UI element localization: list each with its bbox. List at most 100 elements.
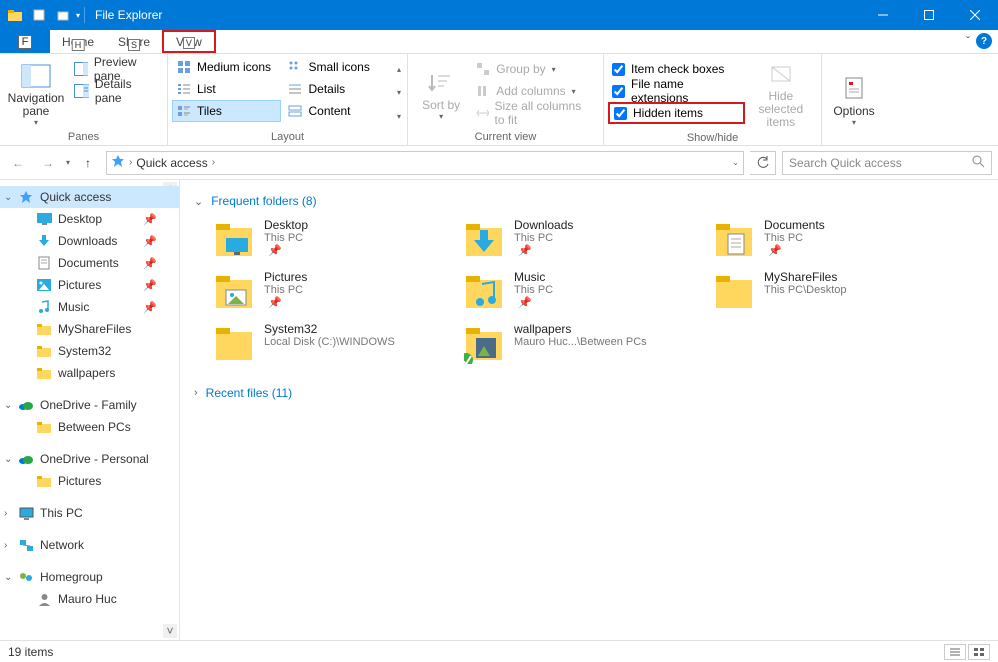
navigation-pane-button[interactable]: Navigation pane ▾ (4, 56, 68, 130)
downloads-icon (36, 233, 52, 249)
back-button[interactable]: ← (6, 151, 30, 175)
forward-button[interactable]: → (36, 151, 60, 175)
qat-customize-dropdown[interactable]: ▾ (76, 11, 80, 20)
folder-name: Downloads (514, 218, 573, 232)
folder-item[interactable]: MusicThis PC📌 (464, 270, 694, 312)
star-icon (18, 189, 34, 205)
user-icon (36, 591, 52, 607)
folder-location: This PC\Desktop (764, 284, 847, 296)
folder-icon (36, 365, 52, 381)
pictures-icon (36, 277, 52, 293)
recent-locations-dropdown[interactable]: ▾ (66, 158, 70, 167)
hidden-items[interactable]: Hidden items (608, 102, 745, 124)
breadcrumb-quick-access[interactable]: Quick access (136, 156, 207, 170)
pin-icon: 📌 (518, 245, 532, 257)
folder-name: Pictures (264, 270, 307, 284)
layout-details[interactable]: Details (283, 78, 392, 100)
options-group-label (826, 142, 882, 145)
homegroup-icon (18, 569, 34, 585)
qat-newfolder-icon[interactable] (52, 4, 74, 26)
refresh-button[interactable] (750, 151, 776, 175)
tree-desktop[interactable]: Desktop📌 (0, 208, 179, 230)
folder-location: This PC (264, 232, 308, 244)
details-pane-button[interactable]: Details pane (68, 80, 163, 102)
tree-music[interactable]: Music📌 (0, 296, 179, 318)
tree-mysharefiles[interactable]: MyShareFiles (0, 318, 179, 340)
size-columns-button[interactable]: Size all columns to fit (470, 102, 599, 124)
folder-location: This PC (264, 284, 307, 296)
folder-icon (36, 473, 52, 489)
pin-icon: 📌 (518, 297, 532, 309)
tree-downloads[interactable]: Downloads📌 (0, 230, 179, 252)
tree-this-pc[interactable]: ›This PC (0, 502, 179, 524)
tab-share[interactable]: ShareS (106, 30, 162, 53)
folder-item[interactable]: DownloadsThis PC📌 (464, 218, 694, 260)
tree-quick-access[interactable]: ⌄Quick access (0, 186, 179, 208)
address-bar[interactable]: › Quick access › ⌄ (106, 151, 744, 175)
network-icon (18, 537, 34, 553)
folder-name: System32 (264, 322, 395, 336)
tree-user[interactable]: Mauro Huc (0, 588, 179, 610)
tree-pictures[interactable]: Pictures📌 (0, 274, 179, 296)
view-large-icons-button[interactable] (968, 644, 990, 660)
tree-system32[interactable]: System32 (0, 340, 179, 362)
tree-onedrive-personal[interactable]: ⌄OneDrive - Personal (0, 448, 179, 470)
sort-by-button[interactable]: Sort by▾ (412, 56, 470, 130)
minimize-button[interactable] (860, 0, 906, 30)
layout-more[interactable]: ▾ (397, 112, 401, 121)
layout-list[interactable]: List (172, 78, 281, 100)
layout-scroll-down[interactable]: ▾ (397, 88, 401, 97)
folder-location: This PC (514, 232, 573, 244)
layout-medium-icons[interactable]: Medium icons (172, 56, 281, 78)
maximize-button[interactable] (906, 0, 952, 30)
qat-properties-icon[interactable] (28, 4, 50, 26)
layout-tiles[interactable]: Tiles (172, 100, 281, 122)
tree-network[interactable]: ›Network (0, 534, 179, 556)
options-button[interactable]: Options▾ (826, 56, 882, 142)
layout-group-label: Layout (172, 130, 403, 145)
folder-location: This PC (764, 232, 825, 244)
group-by-button[interactable]: Group by▾ (470, 58, 599, 80)
address-dropdown[interactable]: ⌄ (732, 158, 739, 167)
ribbon-tab-row: F HomeH ShareS ViewV ˇ ? (0, 30, 998, 54)
tab-view[interactable]: ViewV (162, 30, 216, 53)
content-area: ˄ ⌄Quick access Desktop📌 Downloads📌 Docu… (0, 180, 998, 640)
folder-item[interactable]: DocumentsThis PC📌 (714, 218, 944, 260)
layout-small-icons[interactable]: Small icons (283, 56, 392, 78)
recent-files-header[interactable]: ›Recent files (11) (194, 386, 984, 400)
title-bar: ▾ File Explorer (0, 0, 998, 30)
folder-item[interactable]: MyShareFilesThis PC\Desktop (714, 270, 944, 312)
search-box[interactable]: Search Quick access (782, 151, 992, 175)
tab-home[interactable]: HomeH (50, 30, 106, 53)
sidebar-scroll-down[interactable]: ˅ (163, 624, 177, 638)
tree-od-pictures[interactable]: Pictures (0, 470, 179, 492)
navigation-tree: ˄ ⌄Quick access Desktop📌 Downloads📌 Docu… (0, 180, 180, 640)
tree-between-pcs[interactable]: Between PCs (0, 416, 179, 438)
status-item-count: 19 items (8, 645, 53, 659)
tree-documents[interactable]: Documents📌 (0, 252, 179, 274)
folder-name: Desktop (264, 218, 308, 232)
tree-onedrive-family[interactable]: ⌄OneDrive - Family (0, 394, 179, 416)
help-icon[interactable]: ? (976, 33, 992, 49)
folder-item[interactable]: wallpapersMauro Huc...\Between PCs (464, 322, 694, 364)
layout-content[interactable]: Content (283, 100, 392, 122)
folder-item[interactable]: PicturesThis PC📌 (214, 270, 444, 312)
tree-wallpapers[interactable]: wallpapers (0, 362, 179, 384)
file-name-extensions[interactable]: File name extensions (608, 80, 745, 102)
hide-selected-button[interactable]: Hide selected items (745, 56, 817, 131)
tab-file[interactable]: F (0, 30, 50, 53)
close-button[interactable] (952, 0, 998, 30)
explorer-icon (4, 4, 26, 26)
layout-scroll-up[interactable]: ▴ (397, 65, 401, 74)
music-icon (36, 299, 52, 315)
view-details-button[interactable] (944, 644, 966, 660)
up-button[interactable]: ↑ (76, 151, 100, 175)
folder-item[interactable]: DesktopThis PC📌 (214, 218, 444, 260)
search-placeholder: Search Quick access (789, 156, 902, 170)
folder-name: Music (514, 270, 553, 284)
folder-item[interactable]: System32Local Disk (C:)\WINDOWS (214, 322, 444, 364)
tree-homegroup[interactable]: ⌄Homegroup (0, 566, 179, 588)
folder-location: This PC (514, 284, 553, 296)
ribbon-collapse-icon[interactable]: ˇ (966, 34, 970, 48)
frequent-folders-header[interactable]: ⌄Frequent folders (8) (194, 194, 984, 208)
